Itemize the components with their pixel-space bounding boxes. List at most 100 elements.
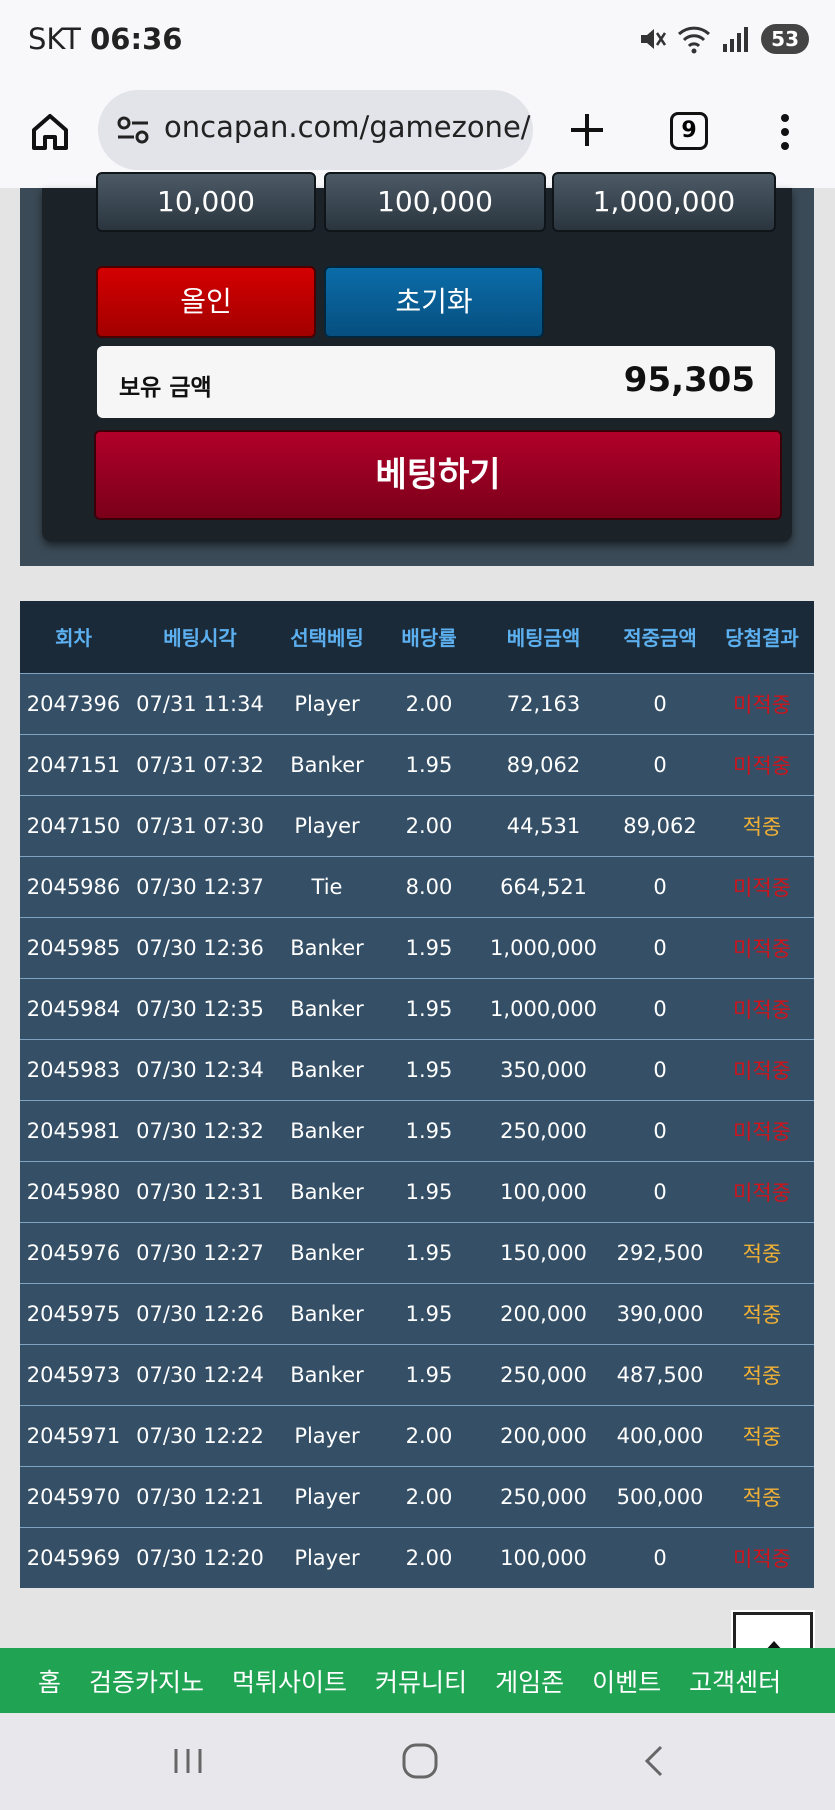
nav-item[interactable]: 먹튀사이트 [232,1663,347,1699]
result-cell: 미적중 [710,672,814,734]
bet-amount-cell: 250,000 [477,1465,610,1527]
table-row: 2045980 07/30 12:31 Banker 1.95 100,000 0 미적중 [20,1160,814,1222]
signal-icon [723,27,749,52]
bet-amount-cell: 100,000 [477,1160,610,1222]
odds-cell: 1.95 [381,977,477,1039]
selection-cell: Player [273,1404,381,1466]
address-bar[interactable]: oncapan.com/gamezone/ba [98,90,533,170]
round-cell: 2045976 [20,1221,127,1283]
bet-panel: 10,000 100,000 1,000,000 올인 초기화 보유 금액 95… [42,172,792,542]
table-row: 2045986 07/30 12:37 Tie 8.00 664,521 0 미적중 [20,855,814,917]
bet-history-table: 회차 베팅시각 선택베팅 배당률 베팅금액 적중금액 당첨결과 2047396 07/31 1… [20,601,814,1588]
chip-button[interactable]: 100,000 [324,172,546,232]
result-cell: 미적중 [710,1038,814,1100]
menu-button[interactable] [770,110,800,154]
result-cell: 적중 [710,1404,814,1466]
home-icon [32,114,68,150]
balance-box: 보유 금액 95,305 [97,346,775,418]
bet-time-cell: 07/30 12:34 [127,1038,273,1100]
recents-icon[interactable] [166,1739,210,1783]
home-button[interactable] [28,110,72,154]
carrier: SKT [28,22,81,56]
table-row: 2045973 07/30 12:24 Banker 1.95 250,000 487,5… [20,1343,814,1405]
selection-cell: Player [273,1465,381,1527]
table-row: 2045985 07/30 12:36 Banker 1.95 1,000,000 0 미적… [20,916,814,978]
bet-amount-cell: 250,000 [477,1099,610,1161]
nav-item[interactable]: 이벤트 [592,1663,661,1699]
result-cell: 적중 [710,1343,814,1405]
column-header: 당첨결과 [710,601,814,673]
round-cell: 2045971 [20,1404,127,1466]
selection-cell: Banker [273,977,381,1039]
battery-icon: 53 [761,24,809,54]
column-header: 회차 [20,601,127,673]
table-row: 2045981 07/30 12:32 Banker 1.95 250,000 0 미적중 [20,1099,814,1161]
result-cell: 적중 [710,1465,814,1527]
status-bar: SKT 06:36 53 [0,0,835,80]
bet-time-cell: 07/31 11:34 [127,672,273,734]
nav-item[interactable]: 검증카지노 [89,1663,204,1699]
mute-icon [641,29,667,49]
odds-cell: 1.95 [381,1038,477,1100]
odds-cell: 1.95 [381,733,477,795]
tab-switcher-button[interactable]: 9 [670,112,708,150]
new-tab-button[interactable] [565,108,609,152]
bet-amount-cell: 1,000,000 [477,977,610,1039]
odds-cell: 2.00 [381,1465,477,1527]
back-icon[interactable] [633,1739,677,1783]
status-icons: 53 [637,22,809,56]
round-cell: 2047151 [20,733,127,795]
round-cell: 2045984 [20,977,127,1039]
url-text[interactable]: oncapan.com/gamezone/ba [164,110,533,144]
tune-icon[interactable] [116,114,150,146]
round-cell: 2047150 [20,794,127,856]
result-cell: 미적중 [710,1099,814,1161]
column-header: 적중금액 [610,601,710,673]
result-cell: 미적중 [710,977,814,1039]
result-cell: 적중 [710,1282,814,1344]
wifi-icon [678,26,711,54]
bet-time-cell: 07/30 12:36 [127,916,273,978]
site-nav: 홈 검증카지노 먹튀사이트 커뮤니티 게임존 이벤트 고객센터 [0,1648,835,1713]
table-row: 2045983 07/30 12:34 Banker 1.95 350,000 0 미적중 [20,1038,814,1100]
result-cell: 미적중 [710,1526,814,1588]
all-in-button[interactable]: 올인 [96,266,316,338]
table-row: 2045971 07/30 12:22 Player 2.00 200,000 400,0… [20,1404,814,1466]
chip-button[interactable]: 10,000 [96,172,316,232]
selection-cell: Player [273,1526,381,1588]
nav-item[interactable]: 게임존 [495,1663,564,1699]
win-amount-cell: 89,062 [610,794,710,856]
round-cell: 2045973 [20,1343,127,1405]
place-bet-button[interactable]: 베팅하기 [94,430,782,520]
result-cell: 미적중 [710,733,814,795]
win-amount-cell: 0 [610,1099,710,1161]
round-cell: 2045983 [20,1038,127,1100]
win-amount-cell: 487,500 [610,1343,710,1405]
reset-button[interactable]: 초기화 [324,266,544,338]
odds-cell: 2.00 [381,672,477,734]
win-amount-cell: 0 [610,1526,710,1588]
table-row: 2045976 07/30 12:27 Banker 1.95 150,000 292,5… [20,1221,814,1283]
win-amount-cell: 0 [610,916,710,978]
nav-item[interactable]: 홈 [38,1663,61,1699]
nav-item[interactable]: 커뮤니티 [375,1663,467,1699]
bet-amount-cell: 89,062 [477,733,610,795]
table-row: 2045970 07/30 12:21 Player 2.00 250,000 500,0… [20,1465,814,1527]
bet-amount-cell: 350,000 [477,1038,610,1100]
round-cell: 2045985 [20,916,127,978]
plus-icon [571,114,603,146]
result-cell: 적중 [710,1221,814,1283]
nav-item[interactable]: 고객센터 [689,1663,781,1699]
selection-cell: Banker [273,1282,381,1344]
odds-cell: 1.95 [381,1221,477,1283]
column-header: 베팅시각 [127,601,273,673]
system-nav-bar [0,1713,835,1810]
carrier-time: SKT 06:36 [28,22,182,56]
selection-cell: Banker [273,1221,381,1283]
bet-time-cell: 07/30 12:26 [127,1282,273,1344]
chip-button[interactable]: 1,000,000 [552,172,776,232]
balance-value: 95,305 [623,360,755,400]
table-row: 2047150 07/31 07:30 Player 2.00 44,531 89,062… [20,794,814,856]
result-cell: 미적중 [710,916,814,978]
home-circle-icon[interactable] [398,1739,442,1783]
